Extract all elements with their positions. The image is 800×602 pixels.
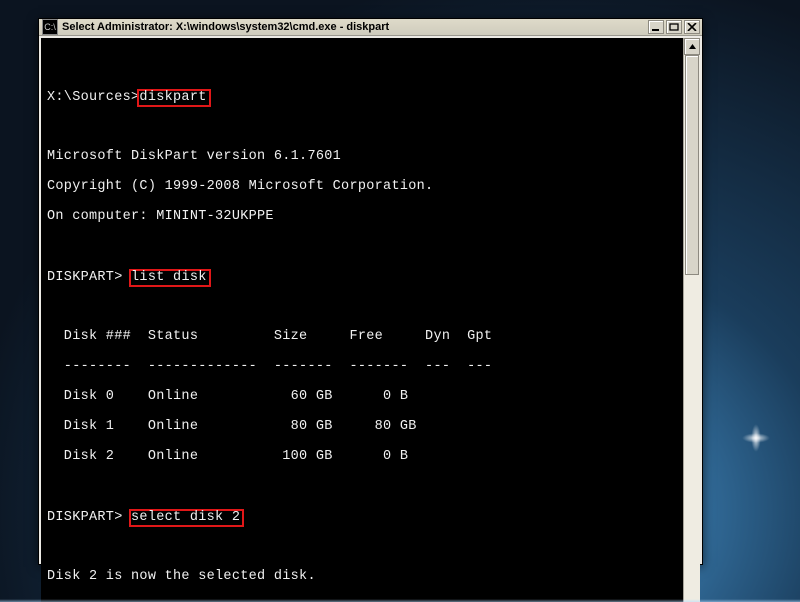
prompt: X:\Sources> xyxy=(47,90,139,105)
scroll-track[interactable] xyxy=(684,55,700,602)
title-prefix: Select Administrator: xyxy=(62,21,173,33)
banner-line: Copyright (C) 1999-2008 Microsoft Corpor… xyxy=(47,179,679,194)
cmd-icon-text: C:\ xyxy=(44,22,56,32)
cmd-icon: C:\ xyxy=(42,19,58,35)
cmd-list-disk: list disk xyxy=(129,269,211,287)
title-path: X:\windows\system32\cmd.exe - diskpart xyxy=(173,21,646,33)
minimize-button[interactable] xyxy=(648,20,664,34)
terminal-output[interactable]: X:\Sources>diskpart Microsoft DiskPart v… xyxy=(41,38,683,602)
close-icon xyxy=(687,23,697,31)
prompt: DISKPART> xyxy=(47,510,123,525)
scroll-up-button[interactable] xyxy=(684,38,700,55)
titlebar[interactable]: C:\ Select Administrator: X:\windows\sys… xyxy=(39,19,702,36)
maximize-button[interactable] xyxy=(666,20,682,34)
window-client-area: X:\Sources>diskpart Microsoft DiskPart v… xyxy=(41,38,700,602)
maximize-icon xyxy=(669,23,679,31)
cmd-select-disk: select disk 2 xyxy=(129,509,244,527)
vertical-scrollbar[interactable] xyxy=(683,38,700,602)
desktop-decor-icon xyxy=(742,424,770,452)
msg-selected: Disk 2 is now the selected disk. xyxy=(47,569,679,584)
banner-line: On computer: MININT-32UKPPE xyxy=(47,209,679,224)
cmd-window: C:\ Select Administrator: X:\windows\sys… xyxy=(38,18,703,565)
close-button[interactable] xyxy=(684,20,700,34)
banner-line: Microsoft DiskPart version 6.1.7601 xyxy=(47,149,679,164)
disk-table-divider: -------- ------------- ------- ------- -… xyxy=(47,359,679,374)
disk-table-header: Disk ### Status Size Free Dyn Gpt xyxy=(47,329,679,344)
chevron-up-icon xyxy=(688,42,697,51)
disk-table-row: Disk 1 Online 80 GB 80 GB xyxy=(47,419,679,434)
scroll-thumb[interactable] xyxy=(685,55,699,275)
disk-table-row: Disk 0 Online 60 GB 0 B xyxy=(47,389,679,404)
cmd-diskpart: diskpart xyxy=(137,89,210,107)
prompt: DISKPART> xyxy=(47,270,123,285)
disk-table-row: Disk 2 Online 100 GB 0 B xyxy=(47,449,679,464)
window-control-buttons xyxy=(646,20,700,34)
minimize-icon xyxy=(651,23,661,31)
